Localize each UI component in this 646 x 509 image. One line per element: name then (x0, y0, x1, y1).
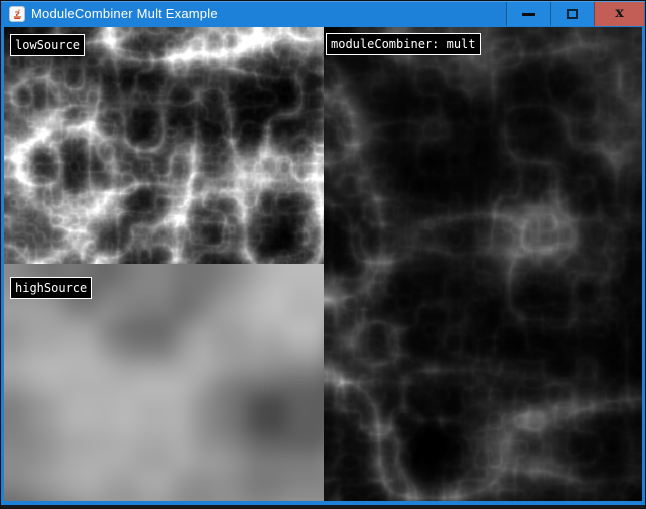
minimize-icon (522, 13, 535, 16)
highsource-render (4, 264, 324, 501)
close-icon: x (615, 6, 623, 20)
lowsource-render (4, 27, 324, 264)
lowsource-label: lowSource (10, 34, 85, 56)
java-coffee-cup-icon (9, 6, 25, 22)
window-title: ModuleCombiner Mult Example (31, 1, 218, 27)
render-area: lowSource highSource moduleCombiner: mul… (4, 27, 642, 501)
combiner-render (324, 27, 642, 501)
highsource-label: highSource (10, 277, 92, 299)
maximize-icon (567, 9, 578, 19)
window-controls: x (506, 2, 644, 26)
close-button[interactable]: x (594, 2, 644, 26)
app-window: ModuleCombiner Mult Example x lowSource … (0, 0, 646, 509)
title-bar[interactable]: ModuleCombiner Mult Example x (1, 1, 645, 27)
combiner-label: moduleCombiner: mult (326, 33, 481, 55)
maximize-button[interactable] (550, 2, 594, 26)
minimize-button[interactable] (506, 2, 550, 26)
